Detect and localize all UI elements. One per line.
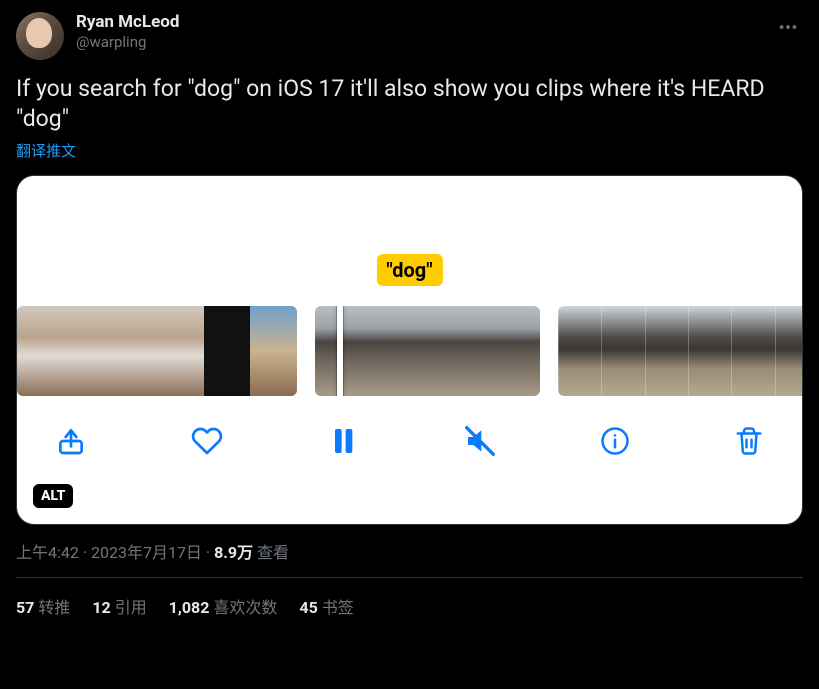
clip-frame bbox=[428, 306, 484, 396]
bookmarks-stat[interactable]: 45书签 bbox=[299, 594, 353, 618]
playhead[interactable] bbox=[337, 306, 343, 396]
video-timeline[interactable] bbox=[17, 301, 802, 401]
clip-group[interactable] bbox=[315, 306, 540, 396]
avatar[interactable] bbox=[16, 12, 64, 60]
info-icon[interactable] bbox=[600, 426, 630, 456]
clip-frame bbox=[645, 306, 688, 396]
clip-frame bbox=[315, 306, 371, 396]
retweets-stat[interactable]: 57转推 bbox=[16, 594, 70, 618]
clip-frame bbox=[371, 306, 427, 396]
tweet-stats: 57转推 12引用 1,082喜欢次数 45书签 bbox=[16, 578, 803, 618]
display-name: Ryan McLeod bbox=[76, 12, 761, 33]
media-top: "dog" bbox=[17, 176, 802, 301]
tweet-header: Ryan McLeod @warpling bbox=[16, 12, 803, 60]
clip-frame bbox=[157, 306, 204, 396]
trash-icon[interactable] bbox=[734, 426, 764, 456]
clip-frame bbox=[601, 306, 644, 396]
alt-badge[interactable]: ALT bbox=[33, 484, 73, 508]
clip-frame bbox=[204, 306, 251, 396]
speaker-muted-icon[interactable] bbox=[464, 425, 496, 457]
tweet-container: Ryan McLeod @warpling If you search for … bbox=[0, 0, 819, 618]
clip-frame bbox=[64, 306, 111, 396]
quotes-stat[interactable]: 12引用 bbox=[92, 594, 146, 618]
media-card[interactable]: "dog" bbox=[16, 175, 803, 525]
media-toolbar bbox=[17, 401, 802, 457]
tweet-text: If you search for "dog" on iOS 17 it'll … bbox=[16, 74, 803, 134]
likes-stat[interactable]: 1,082喜欢次数 bbox=[169, 594, 278, 618]
tweet-date: 2023年7月17日 bbox=[91, 543, 202, 562]
translate-link[interactable]: 翻译推文 bbox=[16, 140, 76, 161]
clip-frame bbox=[484, 306, 540, 396]
clip-frame bbox=[688, 306, 731, 396]
caption-pill: "dog" bbox=[376, 254, 442, 286]
clip-group[interactable] bbox=[17, 306, 297, 396]
more-icon[interactable] bbox=[773, 12, 803, 46]
clip-frame bbox=[775, 306, 802, 396]
clip-frame bbox=[17, 306, 64, 396]
clip-frame bbox=[250, 306, 297, 396]
pause-icon[interactable] bbox=[327, 425, 359, 457]
views-label: 查看 bbox=[257, 543, 289, 562]
clip-group[interactable] bbox=[558, 306, 802, 396]
tweet-meta[interactable]: 上午4:42 · 2023年7月17日 · 8.9万 查看 bbox=[16, 539, 803, 563]
handle: @warpling bbox=[76, 33, 761, 52]
clip-frame bbox=[558, 306, 601, 396]
heart-icon[interactable] bbox=[191, 425, 223, 457]
author-block[interactable]: Ryan McLeod @warpling bbox=[76, 12, 761, 52]
clip-frame bbox=[110, 306, 157, 396]
tweet-time: 上午4:42 bbox=[16, 543, 79, 562]
views-count: 8.9万 bbox=[214, 543, 253, 562]
share-icon[interactable] bbox=[55, 425, 87, 457]
clip-frame bbox=[731, 306, 774, 396]
